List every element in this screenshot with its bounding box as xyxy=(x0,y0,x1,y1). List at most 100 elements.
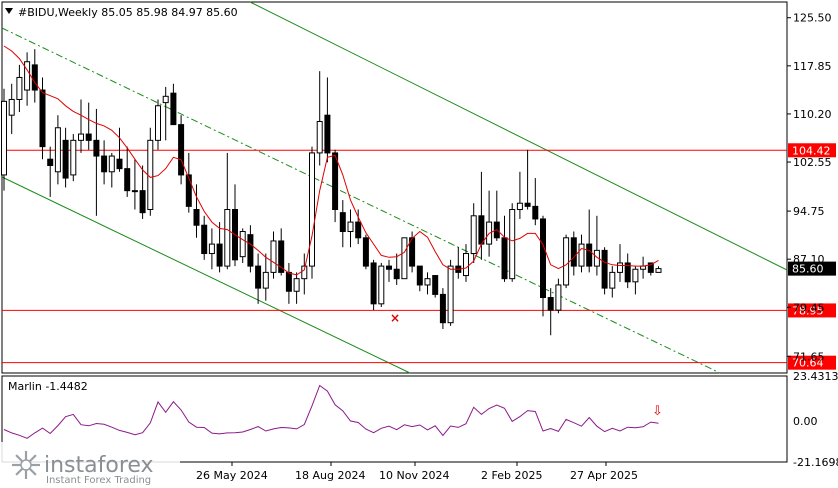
candle xyxy=(70,134,77,182)
candle xyxy=(1,88,7,191)
candle-body-down xyxy=(216,243,223,267)
candle-body-down xyxy=(501,237,508,280)
price-pane: × xyxy=(1,1,788,374)
candle-body-down xyxy=(524,202,531,207)
x-tick-label: 2 Feb 2025 xyxy=(481,469,542,482)
candle xyxy=(432,275,439,298)
candle-body-up xyxy=(655,268,662,273)
candle-body-down xyxy=(124,168,131,192)
candle-body-up xyxy=(1,100,7,176)
candle-body-up xyxy=(555,284,562,311)
x-tick-label: 10 Nov 2024 xyxy=(379,469,449,482)
candle-body-down xyxy=(247,234,254,267)
chart-canvas: × Marlin -1.4482⇩ 104.4278.9570.64125.50… xyxy=(0,1,838,488)
candle-body-up xyxy=(309,152,315,267)
candle-body-up xyxy=(463,253,469,277)
instaforex-watermark: instaforexInstant Forex Trading xyxy=(0,442,180,488)
time-axis: 26 May 2024 18 Aug 2024 10 Nov 2024 2 Feb 2… xyxy=(196,462,638,482)
candle-body-up xyxy=(208,243,215,255)
candle-body-down xyxy=(93,139,100,157)
x-tick-label: 26 May 2024 xyxy=(196,469,268,482)
candle-body-down xyxy=(478,215,485,245)
chart-title: #BIDU,Weekly 85.05 85.98 84.97 85.60 xyxy=(18,6,238,19)
y-tick-label: 102.55 xyxy=(793,156,832,169)
indicator-name: Marlin -1.4482 xyxy=(8,380,88,393)
candle-body-down xyxy=(185,174,192,207)
candle-body-down xyxy=(255,265,262,289)
down-arrow-icon: ⇩ xyxy=(652,404,663,419)
candle-body-down xyxy=(332,152,339,211)
y-tick-label: 110.20 xyxy=(793,108,832,121)
candle-body-up xyxy=(578,243,585,267)
candle-body-down xyxy=(370,262,377,305)
candle-body-down xyxy=(31,64,38,91)
candle-body-down xyxy=(362,237,369,267)
candle-body-down xyxy=(139,190,146,214)
candle xyxy=(378,262,385,307)
candle-body-down xyxy=(339,212,346,233)
candle-body-up xyxy=(293,278,300,292)
candle-body-up xyxy=(239,231,246,258)
candle xyxy=(178,115,185,185)
candle-body-up xyxy=(632,268,639,283)
candle-body-down xyxy=(116,158,123,170)
candle xyxy=(362,234,369,270)
candle-body-up xyxy=(8,98,15,116)
candle-body-up xyxy=(378,265,385,305)
candle-body-down xyxy=(586,243,593,267)
candle-body-down xyxy=(432,275,439,295)
candle xyxy=(401,237,408,280)
y-tick-label: 79.45 xyxy=(793,301,825,314)
candle-body-up xyxy=(447,265,454,324)
candle-body-down xyxy=(570,237,577,267)
y-tick-label: 94.75 xyxy=(793,205,825,218)
x-tick-label: 27 Apr 2025 xyxy=(570,469,638,482)
candle-body-up xyxy=(516,202,523,211)
candle-body-down xyxy=(540,218,546,299)
indicator-tick-label: 23.4313 xyxy=(793,370,838,383)
x-tick-label: 18 Aug 2024 xyxy=(295,469,365,482)
indicator-tick-label: -21.1698 xyxy=(793,456,838,469)
candle-body-down xyxy=(62,139,69,179)
candle-body-down xyxy=(393,268,400,280)
candle-body-down xyxy=(39,89,46,148)
indicator-tick-label: 0.00 xyxy=(793,415,818,428)
candle-body-down xyxy=(601,249,608,289)
y-tick-label: 71.65 xyxy=(793,350,825,363)
candle xyxy=(409,231,416,273)
price-axis: 104.4278.9570.64125.50117.85110.20102.55… xyxy=(787,12,838,469)
candle-body-down xyxy=(439,293,446,324)
watermark-tagline: Instant Forex Trading xyxy=(46,475,151,486)
candle-body-down xyxy=(386,265,392,270)
candle-body-up xyxy=(470,215,477,255)
current-price-label: 85.60 xyxy=(792,263,824,276)
candle xyxy=(439,288,446,329)
candle-body-down xyxy=(324,114,331,154)
candle xyxy=(447,259,454,326)
candle-body-up xyxy=(162,95,169,104)
candle-body-up xyxy=(316,120,323,154)
cross-marker: × xyxy=(390,311,400,325)
candle-body-down xyxy=(355,221,362,239)
candle xyxy=(309,146,315,279)
candle-body-up xyxy=(224,209,231,267)
candle-body-down xyxy=(170,92,177,126)
candle-body-up xyxy=(78,133,84,141)
candle-body-up xyxy=(70,139,77,176)
candle-body-up xyxy=(147,139,154,211)
candle xyxy=(509,203,516,282)
candle-body-up xyxy=(16,76,23,100)
candle-body-up xyxy=(563,237,570,286)
candle-body-up xyxy=(509,209,516,280)
candle-body-down xyxy=(416,265,423,286)
candle xyxy=(601,247,608,295)
candle-body-down xyxy=(547,297,554,311)
candle-body-down xyxy=(201,224,208,255)
candle-body-up xyxy=(24,61,31,91)
candle-body-down xyxy=(285,271,292,292)
y-tick-label: 125.50 xyxy=(793,12,832,25)
candle-body-up xyxy=(155,105,161,141)
candle-body-up xyxy=(401,237,408,280)
candle-body-down xyxy=(101,155,108,173)
y-tick-label: 117.85 xyxy=(793,60,832,73)
